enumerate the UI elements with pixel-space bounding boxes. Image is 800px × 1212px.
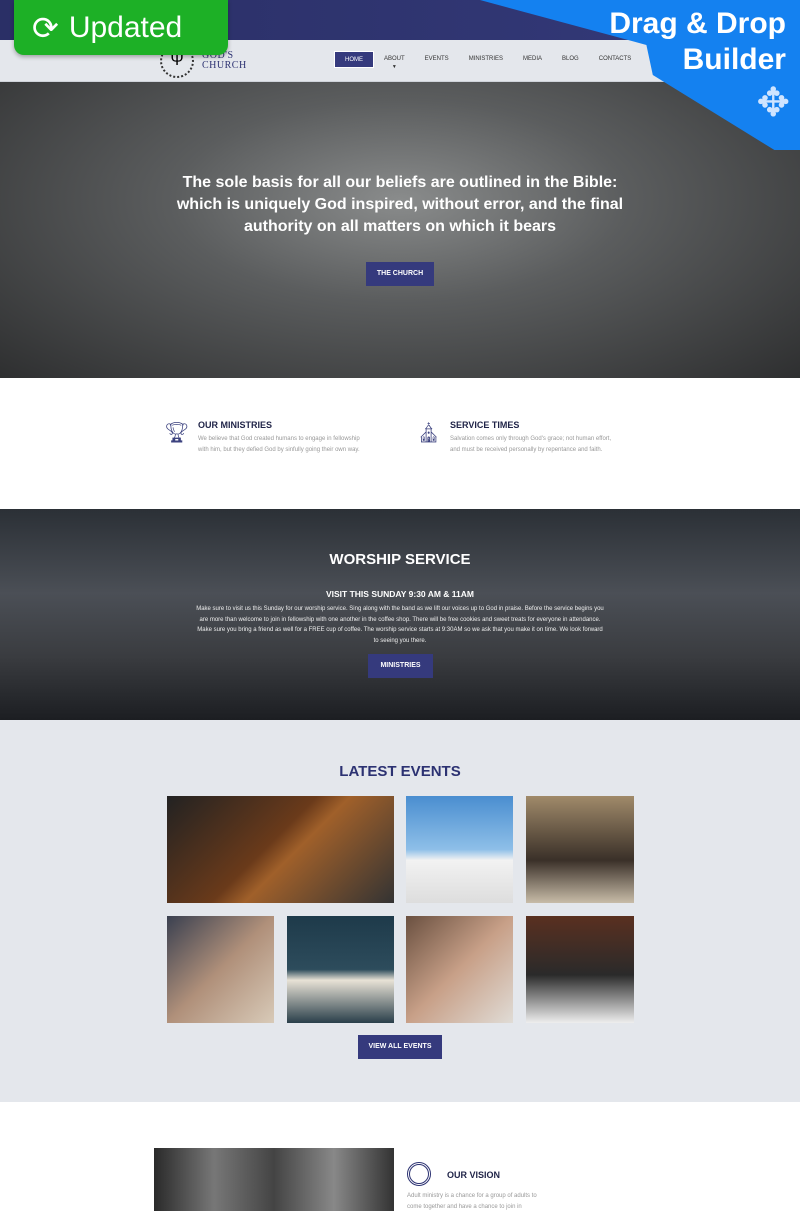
feature-service-times: ⛪︎ SERVICE TIMES Salvation comes only th… xyxy=(416,420,616,455)
refresh-icon: ⟳ xyxy=(32,9,59,46)
target-icon xyxy=(407,1162,431,1186)
main-menu: HOME ABOUT ▼ EVENTS MINISTRIES MEDIA BLOG… xyxy=(334,51,641,70)
feature-title: SERVICE TIMES xyxy=(450,420,520,430)
feature-text: Salvation comes only through God's grace… xyxy=(450,436,612,453)
updated-label: Updated xyxy=(68,10,183,44)
vision-text: Adult ministry is a chance for a group o… xyxy=(407,1193,537,1210)
nav-about-label: ABOUT xyxy=(384,56,405,62)
worship-subtitle: VISIT THIS SUNDAY 9:30 AM & 11AM xyxy=(325,589,474,599)
worship-title: WORSHIP SERVICE xyxy=(329,551,471,568)
updated-badge: ⟳ Updated xyxy=(14,0,228,55)
worship-section: WORSHIP SERVICE VISIT THIS SUNDAY 9:30 A… xyxy=(0,509,800,720)
vision-image xyxy=(154,1148,394,1211)
vision-title: OUR VISION xyxy=(447,1170,501,1180)
events-title: LATEST EVENTS xyxy=(339,763,461,780)
chalice-icon: 🏆︎ xyxy=(164,422,190,444)
nav-media[interactable]: MEDIA xyxy=(513,51,552,68)
drag-drop-line2: Builder xyxy=(682,43,786,76)
feature-ministries: 🏆︎ OUR MINISTRIES We believe that God cr… xyxy=(164,420,364,455)
event-image-bible-book[interactable] xyxy=(167,796,394,903)
event-image-holy-bible-reader[interactable] xyxy=(526,916,634,1023)
ministries-button[interactable]: MINISTRIES xyxy=(368,654,433,678)
nav-about[interactable]: ABOUT ▼ xyxy=(374,51,415,70)
event-image-child[interactable] xyxy=(406,916,513,1023)
worship-text: Make sure to visit us this Sunday for ou… xyxy=(196,606,604,644)
the-church-button[interactable]: THE CHURCH xyxy=(366,262,434,286)
drag-drop-text: Drag & Drop Builder xyxy=(609,6,786,78)
event-image-praying-hands[interactable] xyxy=(167,916,274,1023)
event-image-church-interior[interactable] xyxy=(526,796,634,903)
move-arrows-icon: ✥ xyxy=(756,81,790,125)
hero-section: The sole basis for all our beliefs are o… xyxy=(0,82,800,378)
nav-home[interactable]: HOME xyxy=(334,51,374,68)
nav-events[interactable]: EVENTS xyxy=(415,51,459,68)
nav-ministries[interactable]: MINISTRIES xyxy=(459,51,513,68)
event-image-white-church[interactable] xyxy=(406,796,513,903)
drag-drop-line1: Drag & Drop xyxy=(609,7,786,40)
feature-title: OUR MINISTRIES xyxy=(198,420,273,430)
logo-line2: CHURCH xyxy=(202,60,247,71)
church-icon: ⛪︎ xyxy=(416,422,442,444)
event-image-open-bible[interactable] xyxy=(287,916,394,1023)
nav-blog[interactable]: BLOG xyxy=(552,51,589,68)
view-all-events-button[interactable]: VIEW ALL EVENTS xyxy=(358,1035,442,1059)
hero-headline: The sole basis for all our beliefs are o… xyxy=(176,174,624,235)
feature-text: We believe that God created humans to en… xyxy=(198,436,360,453)
caret-down-icon: ▼ xyxy=(391,64,397,70)
